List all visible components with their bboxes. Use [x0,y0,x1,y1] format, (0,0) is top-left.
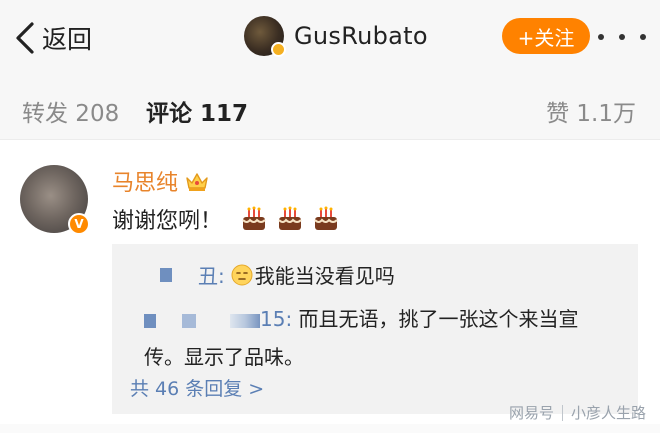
commenter-name[interactable]: 马思纯 [112,165,178,197]
blurred-username [160,267,172,282]
watermark-author: 小彦人生路 [570,404,646,422]
back-label: 返回 [42,25,93,54]
watermark-source: 网易号 [508,404,554,422]
cake-icon [278,206,302,230]
speechless-emoji-icon [231,264,253,285]
tab-repost[interactable]: 转发 208 [22,94,119,128]
follow-button[interactable]: +关注 [502,18,590,54]
tab-like[interactable]: 赞 1.1万 [546,94,636,128]
cake-emoji-group [240,205,348,233]
comment-text-row: 谢谢您咧！ [112,203,348,235]
watermark-divider [561,404,563,421]
next-comment-edge [0,424,660,433]
avatar[interactable] [244,16,286,57]
crown-icon [186,173,208,191]
view-all-replies-link[interactable]: 共 46 条回复 > [130,374,264,401]
profile-header[interactable]: GusRubato [244,16,428,57]
comment-text: 谢谢您咧！ [112,209,223,234]
commenter-avatar[interactable]: V [20,165,90,235]
reply-text: 我能当没看见吗 [254,264,395,288]
chevron-left-icon [16,22,34,54]
more-options-icon[interactable] [598,22,646,52]
reply-item[interactable]: 15: 而且无语，挑了一张这个来当宣传。显示了品味。 [144,300,614,376]
profile-nickname: GusRubato [294,22,428,50]
comment-item: V 马思纯 谢谢您咧！ 丑: 我能当没看见吗 15: 而且无语，挑了一张这个来当… [0,141,660,433]
reply-text: 而且无语，挑了一张这个来当宣传。显示了品味。 [144,307,579,369]
post-tabs: 转发 208 评论 117 赞 1.1万 [0,74,660,140]
cake-icon [314,206,338,230]
verified-badge-icon [271,42,286,57]
tab-comment[interactable]: 评论 117 [146,94,248,128]
blurred-username [144,313,156,328]
blurred-username [182,313,196,328]
cake-icon [242,206,266,230]
blurred-username [230,313,260,328]
verified-v-icon: V [68,213,90,235]
reply-preview-box[interactable]: 丑: 我能当没看见吗 15: 而且无语，挑了一张这个来当宣传。显示了品味。 共 … [112,244,638,414]
watermark: 网易号 小彦人生路 [509,402,646,423]
top-nav-bar: 返回 GusRubato +关注 [0,0,660,74]
back-button[interactable]: 返回 [14,20,92,56]
reply-item[interactable]: 丑: 我能当没看见吗 [160,260,395,289]
commenter-name-row: 马思纯 [112,165,210,197]
reply-username[interactable]: 15: [260,307,292,331]
reply-username[interactable]: 丑: [198,260,225,289]
